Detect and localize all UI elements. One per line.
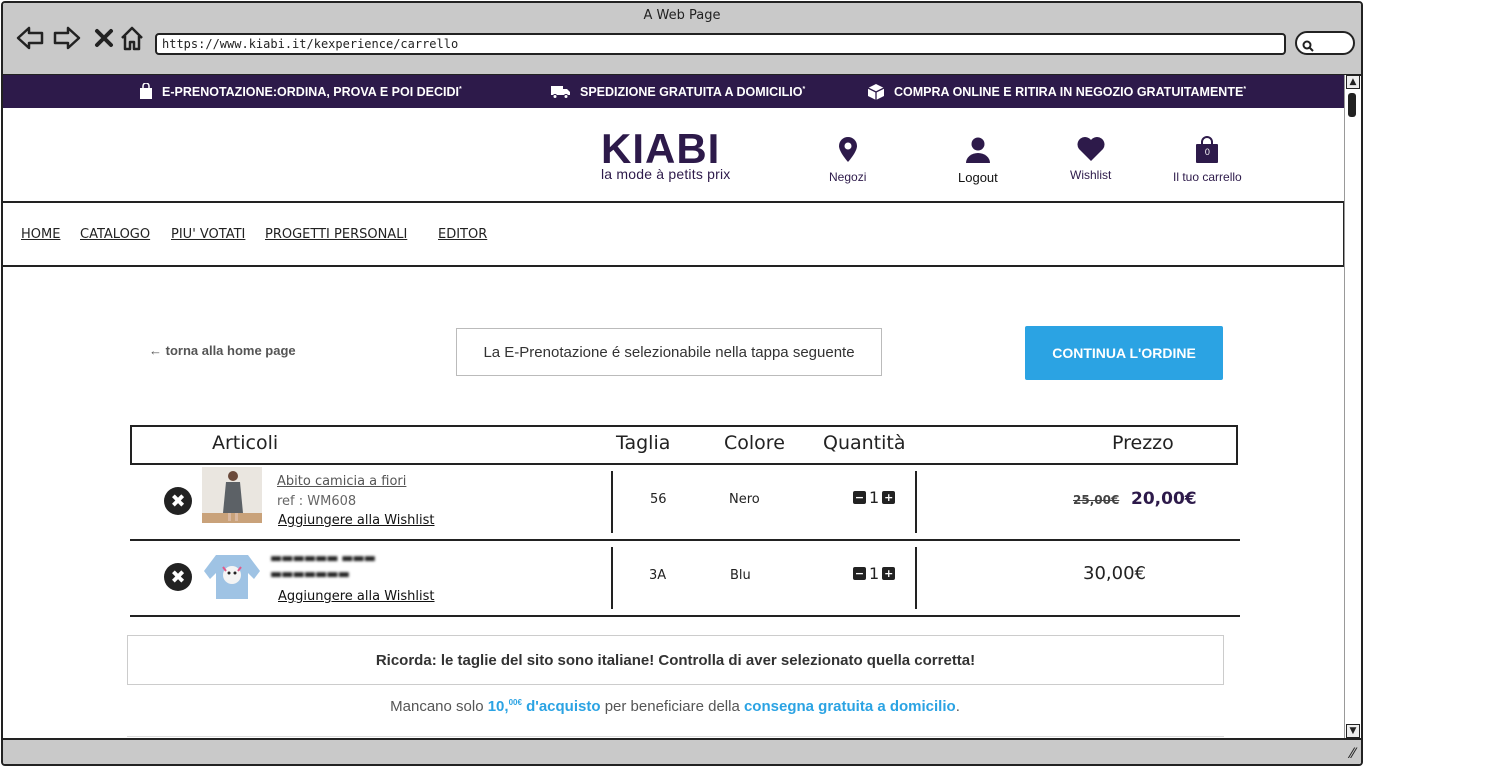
package-icon (867, 83, 885, 100)
header-color: Colore (724, 432, 785, 454)
product-ref: ref : WM608 (277, 494, 357, 509)
product-size: 3A (649, 568, 667, 583)
cart-row: ✖ ▬▬▬▬▬▬ ▬▬▬ ▬▬▬▬▬▬▬ Aggiungere alla Wis… (130, 541, 1240, 617)
promo-item-eprenotazione[interactable]: E-PRENOTAZIONE:ORDINA, PROVA E POI DECID… (139, 75, 462, 108)
quantity-stepper: − 1 + (853, 564, 896, 583)
eprenotazione-notice: La E-Prenotazione é selezionabile nella … (456, 328, 882, 376)
browser-chrome: A Web Page https://www.kiabi.it/kexperie… (3, 3, 1361, 76)
cart-bag-icon: 0 (1195, 136, 1219, 164)
column-divider (611, 547, 613, 609)
nav-editor[interactable]: EDITOR (438, 227, 487, 242)
product-color: Blu (730, 568, 751, 583)
header-cart[interactable]: 0 Il tuo carrello (1173, 136, 1242, 184)
product-ref-redacted: ▬▬▬▬▬▬▬ (270, 567, 350, 582)
truck-icon (551, 85, 570, 99)
quantity-stepper: − 1 + (853, 488, 896, 507)
product-name-redacted: ▬▬▬▬▬▬ ▬▬▬ (270, 551, 376, 566)
home-icon[interactable] (117, 23, 147, 53)
browser-window: A Web Page https://www.kiabi.it/kexperie… (1, 1, 1363, 766)
scroll-thumb[interactable] (1348, 93, 1356, 117)
promo-item-shipping[interactable]: SPEDIZIONE GRATUITA A DOMICILIO* (551, 75, 805, 108)
back-to-home-link[interactable]: ← torna alla home page (149, 343, 296, 358)
map-pin-icon (838, 137, 857, 162)
main-navigation: HOME CATALOGO PIU' VOTATI PROGETTI PERSO… (3, 201, 1345, 267)
header-account[interactable]: Logout (958, 136, 998, 185)
cart-row: ✖ Abito camicia a fiori ref : WM608 Aggi… (130, 465, 1240, 541)
resize-handle-icon[interactable]: ⁄⁄ (1350, 746, 1355, 762)
old-price: 25,00€ (1073, 493, 1120, 507)
product-size: 56 (650, 492, 667, 507)
kiabi-logo[interactable]: KIABI la mode à petits prix (601, 128, 730, 183)
browser-search[interactable] (1295, 31, 1355, 55)
free-shipping-message: Mancano solo 10,00€ d'acquisto per benef… (390, 698, 960, 715)
scroll-down-icon[interactable]: ▼ (1346, 724, 1360, 738)
status-bar: ⁄⁄ (3, 738, 1361, 764)
nav-progetti-personali[interactable]: PROGETTI PERSONALI (265, 227, 407, 242)
column-divider (915, 471, 917, 533)
header-items: Articoli (212, 432, 279, 454)
product-name[interactable]: Abito camicia a fiori (277, 474, 406, 489)
promo-item-click-collect[interactable]: COMPRA ONLINE E RITIRA IN NEGOZIO GRATUI… (867, 75, 1246, 108)
discounted-price: 20,00€ (1131, 489, 1197, 509)
cart-table-header: Articoli Taglia Colore Quantità Prezzo (130, 425, 1238, 465)
url-bar[interactable]: https://www.kiabi.it/kexperience/carrell… (155, 33, 1286, 55)
cart-count-badge: 0 (1204, 147, 1210, 157)
header-wishlist[interactable]: Wishlist (1070, 136, 1111, 182)
add-to-wishlist-link[interactable]: Aggiungere alla Wishlist (278, 589, 435, 604)
quantity-value: 1 (869, 564, 880, 583)
add-to-wishlist-link[interactable]: Aggiungere alla Wishlist (278, 513, 435, 528)
site-header: KIABI la mode à petits prix Negozi Logou… (3, 108, 1347, 200)
scroll-up-icon[interactable]: ▲ (1346, 75, 1360, 89)
remove-item-button[interactable]: ✖ (164, 563, 192, 591)
heart-icon (1077, 137, 1105, 161)
decrease-quantity-button[interactable]: − (853, 491, 866, 504)
remove-item-button[interactable]: ✖ (164, 487, 192, 515)
user-icon (965, 137, 990, 163)
continue-order-button[interactable]: CONTINUA L'ORDINE (1025, 326, 1223, 380)
window-title: A Web Page (643, 8, 721, 23)
product-image-dress[interactable] (202, 467, 262, 523)
decrease-quantity-button[interactable]: − (853, 567, 866, 580)
header-quantity: Quantità (823, 432, 906, 454)
quantity-value: 1 (869, 488, 880, 507)
free-delivery-link[interactable]: consegna gratuita a domicilio (744, 698, 956, 715)
stop-icon[interactable] (89, 23, 119, 53)
header-price: Prezzo (1112, 432, 1174, 454)
nav-home[interactable]: HOME (21, 227, 60, 242)
header-size: Taglia (616, 432, 671, 454)
close-icon: ✖ (170, 490, 186, 512)
header-stores[interactable]: Negozi (829, 136, 866, 184)
product-color: Nero (729, 492, 760, 507)
column-divider (611, 471, 613, 533)
back-icon[interactable] (15, 23, 45, 53)
item-price: 30,00€ (1083, 563, 1146, 584)
increase-quantity-button[interactable]: + (882, 567, 896, 580)
nav-piu-votati[interactable]: PIU' VOTATI (171, 227, 245, 242)
product-image-sweater[interactable] (202, 549, 262, 605)
promo-bar: E-PRENOTAZIONE:ORDINA, PROVA E POI DECID… (3, 75, 1347, 108)
forward-icon[interactable] (52, 23, 82, 53)
increase-quantity-button[interactable]: + (882, 491, 896, 504)
search-icon (1302, 37, 1314, 56)
remaining-amount: 10,00€ d'acquisto (487, 698, 601, 715)
shopping-bag-icon (140, 83, 152, 99)
nav-catalogo[interactable]: CATALOGO (80, 227, 150, 242)
close-icon: ✖ (170, 566, 186, 588)
size-reminder: Ricorda: le taglie del sito sono italian… (127, 635, 1224, 685)
page-viewport: E-PRENOTAZIONE:ORDINA, PROVA E POI DECID… (3, 75, 1347, 742)
column-divider (915, 547, 917, 609)
vertical-scrollbar[interactable]: ▲ ▼ (1344, 75, 1360, 738)
